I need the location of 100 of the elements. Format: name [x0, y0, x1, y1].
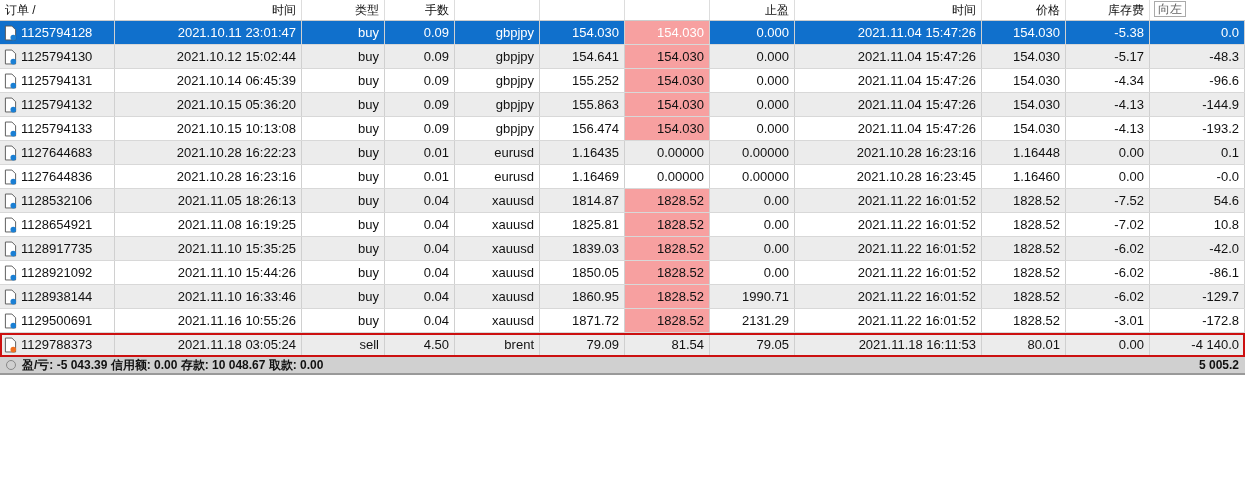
table-cell: 1127644683: [0, 141, 115, 164]
table-row[interactable]: 1128917735 2021.11.10 15:35:25 buy 0.04 xauusd 1839.03 1828.52 0.00 2021.11.22 16:01:52 1828.52 -6.02 -42.0: [0, 237, 1245, 261]
table-cell: buy: [302, 21, 385, 44]
column-header[interactable]: 价格: [982, 0, 1066, 20]
table-row[interactable]: 1129788373 2021.11.18 03:05:24 sell 4.50 brent 79.09 81.54 79.05 2021.11.18 16:11:53 80.01 0.00 -4 140.0: [0, 333, 1245, 357]
table-cell: 54.6: [1150, 189, 1245, 212]
table-cell: 1828.52: [625, 261, 710, 284]
table-cell: brent: [455, 333, 540, 356]
table-cell: -4 140.0: [1150, 333, 1245, 356]
table-cell: -4.34: [1066, 69, 1150, 92]
table-cell: gbpjpy: [455, 69, 540, 92]
table-row[interactable]: 1128921092 2021.11.10 15:44:26 buy 0.04 xauusd 1850.05 1828.52 0.00 2021.11.22 16:01:52 1828.52 -6.02 -86.1: [0, 261, 1245, 285]
table-cell: 2021.11.22 16:01:52: [795, 309, 982, 332]
table-cell: -7.52: [1066, 189, 1150, 212]
table-cell: sell: [302, 333, 385, 356]
table-cell: 1125794133: [0, 117, 115, 140]
table-cell: 0.09: [385, 21, 455, 44]
table-row[interactable]: 1127644683 2021.10.28 16:22:23 buy 0.01 eurusd 1.16435 0.00000 0.00000 2021.10.28 16:23:16 1.16448 0.00 0.1: [0, 141, 1245, 165]
table-cell: 2021.10.11 23:01:47: [115, 21, 302, 44]
table-cell: 2021.11.04 15:47:26: [795, 117, 982, 140]
column-header[interactable]: 时间: [795, 0, 982, 20]
table-row[interactable]: 1125794128 2021.10.11 23:01:47 buy 0.09 gbpjpy 154.030 154.030 0.000 2021.11.04 15:47:26 154.030 -5.38 0.0: [0, 21, 1245, 45]
column-header[interactable]: 手数: [385, 0, 455, 20]
table-cell: 2021.11.10 15:44:26: [115, 261, 302, 284]
table-cell: 1127644836: [0, 165, 115, 188]
column-header[interactable]: 订单 /: [0, 0, 115, 20]
table-cell: 2131.29: [710, 309, 795, 332]
table-cell: 0.000: [710, 93, 795, 116]
table-cell: -4.13: [1066, 117, 1150, 140]
table-cell: 1828.52: [625, 213, 710, 236]
table-cell: 154.030: [625, 21, 710, 44]
table-cell: eurusd: [455, 141, 540, 164]
table-cell: -5.38: [1066, 21, 1150, 44]
table-cell: 79.05: [710, 333, 795, 356]
table-cell: 2021.11.10 16:33:46: [115, 285, 302, 308]
table-cell: 0.000: [710, 21, 795, 44]
table-cell: gbpjpy: [455, 45, 540, 68]
table-cell: 0.00: [1066, 141, 1150, 164]
table-cell: 2021.11.18 03:05:24: [115, 333, 302, 356]
table-cell: 0.00: [1066, 333, 1150, 356]
table-cell: 1128917735: [0, 237, 115, 260]
table-cell: 1.16448: [982, 141, 1066, 164]
table-cell: 0.04: [385, 261, 455, 284]
table-cell: 1125794130: [0, 45, 115, 68]
table-cell: buy: [302, 69, 385, 92]
table-row[interactable]: 1125794132 2021.10.15 05:36:20 buy 0.09 gbpjpy 155.863 154.030 0.000 2021.11.04 15:47:26 154.030 -4.13 -144.9: [0, 93, 1245, 117]
table-cell: 0.04: [385, 189, 455, 212]
table-cell: 2021.11.04 15:47:26: [795, 45, 982, 68]
table-cell: -193.2: [1150, 117, 1245, 140]
table-cell: gbpjpy: [455, 21, 540, 44]
table-cell: 2021.10.28 16:23:16: [795, 141, 982, 164]
table-cell: 2021.10.12 15:02:44: [115, 45, 302, 68]
table-cell: 2021.11.22 16:01:52: [795, 285, 982, 308]
table-cell: buy: [302, 213, 385, 236]
table-row[interactable]: 1128654921 2021.11.08 16:19:25 buy 0.04 xauusd 1825.81 1828.52 0.00 2021.11.22 16:01:52 1828.52 -7.02 10.8: [0, 213, 1245, 237]
column-header[interactable]: 库存费: [1066, 0, 1150, 20]
table-cell: -86.1: [1150, 261, 1245, 284]
table-cell: -6.02: [1066, 237, 1150, 260]
table-cell: buy: [302, 237, 385, 260]
table-cell: 0.000: [710, 117, 795, 140]
column-header[interactable]: 类型: [302, 0, 385, 20]
table-cell: 154.030: [982, 93, 1066, 116]
table-cell: buy: [302, 261, 385, 284]
corner-button[interactable]: 向左: [1154, 1, 1186, 17]
table-row[interactable]: 1129500691 2021.11.16 10:55:26 buy 0.04 xauusd 1871.72 1828.52 2131.29 2021.11.22 16:01:52 1828.52 -3.01 -172.8: [0, 309, 1245, 333]
table-cell: 2021.11.16 10:55:26: [115, 309, 302, 332]
table-cell: xauusd: [455, 309, 540, 332]
table-cell: 1128921092: [0, 261, 115, 284]
table-cell: 1125794131: [0, 69, 115, 92]
table-cell: 1828.52: [982, 213, 1066, 236]
table-row[interactable]: 1125794130 2021.10.12 15:02:44 buy 0.09 gbpjpy 154.641 154.030 0.000 2021.11.04 15:47:26 154.030 -5.17 -48.3: [0, 45, 1245, 69]
table-row[interactable]: 1125794131 2021.10.14 06:45:39 buy 0.09 gbpjpy 155.252 154.030 0.000 2021.11.04 15:47:26 154.030 -4.34 -96.6: [0, 69, 1245, 93]
table-cell: 0.09: [385, 93, 455, 116]
column-header[interactable]: 止盈: [710, 0, 795, 20]
table-cell: 2021.10.28 16:23:16: [115, 165, 302, 188]
table-row[interactable]: 1127644836 2021.10.28 16:23:16 buy 0.01 eurusd 1.16469 0.00000 0.00000 2021.10.28 16:23:45 1.16460 0.00 -0.0: [0, 165, 1245, 189]
table-cell: 4.50: [385, 333, 455, 356]
table-row[interactable]: 1128938144 2021.11.10 16:33:46 buy 0.04 xauusd 1860.95 1828.52 1990.71 2021.11.22 16:01:52 1828.52 -6.02 -129.7: [0, 285, 1245, 309]
table-cell: 0.00: [1066, 165, 1150, 188]
table-cell: -144.9: [1150, 93, 1245, 116]
table-cell: 1.16435: [540, 141, 625, 164]
table-cell: 0.09: [385, 45, 455, 68]
table-cell: -0.0: [1150, 165, 1245, 188]
table-cell: -48.3: [1150, 45, 1245, 68]
table-cell: 2021.11.04 15:47:26: [795, 93, 982, 116]
table-cell: xauusd: [455, 189, 540, 212]
table-cell: 80.01: [982, 333, 1066, 356]
table-cell: 154.030: [982, 69, 1066, 92]
table-cell: gbpjpy: [455, 117, 540, 140]
table-row[interactable]: 1125794133 2021.10.15 10:13:08 buy 0.09 gbpjpy 156.474 154.030 0.000 2021.11.04 15:47:26 154.030 -4.13 -193.2: [0, 117, 1245, 141]
table-cell: 1129500691: [0, 309, 115, 332]
table-cell: 154.030: [625, 45, 710, 68]
column-header[interactable]: 时间: [115, 0, 302, 20]
table-cell: 0.00: [710, 237, 795, 260]
table-cell: 1828.52: [982, 237, 1066, 260]
table-row[interactable]: 1128532106 2021.11.05 18:26:13 buy 0.04 xauusd 1814.87 1828.52 0.00 2021.11.22 16:01:52 1828.52 -7.52 54.6: [0, 189, 1245, 213]
table-cell: -4.13: [1066, 93, 1150, 116]
table-cell: -6.02: [1066, 261, 1150, 284]
table-cell: 1.16460: [982, 165, 1066, 188]
table-cell: 154.030: [625, 93, 710, 116]
